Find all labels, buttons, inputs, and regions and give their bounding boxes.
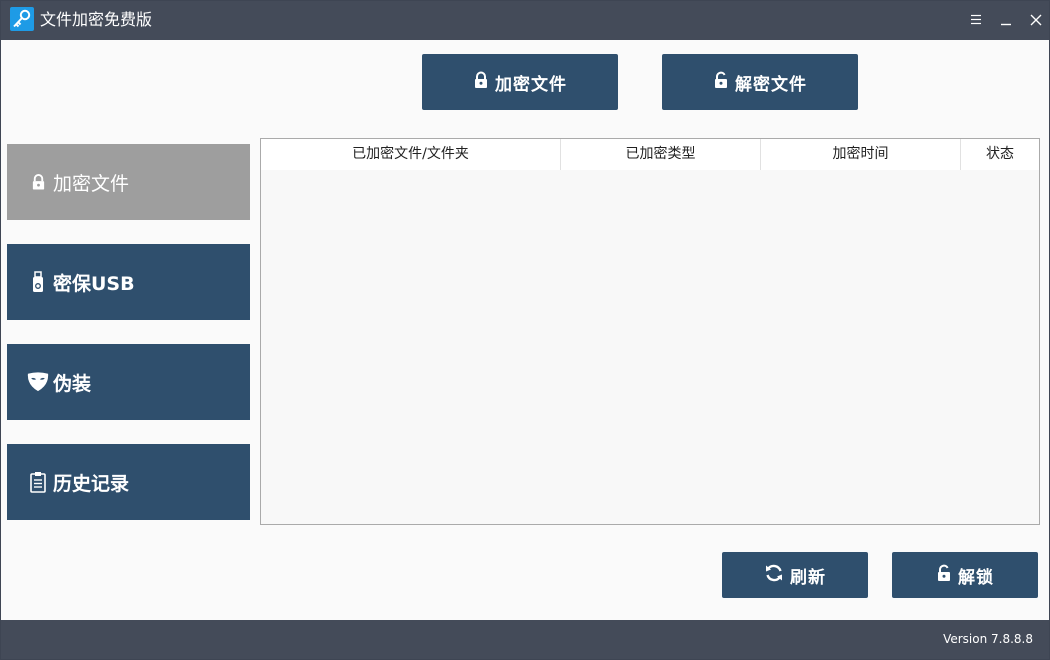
sidebar-item-encrypt-file[interactable]: 加密文件 <box>7 144 250 220</box>
hamburger-icon[interactable] <box>965 9 987 31</box>
title-bar: 文件加密免费版 <box>1 1 1049 40</box>
sidebar-item-label: 伪装 <box>53 372 92 395</box>
refresh-button[interactable]: 刷新 <box>722 552 868 598</box>
usb-icon <box>27 271 49 293</box>
unlock-icon <box>713 71 735 94</box>
sidebar-item-label: 历史记录 <box>53 472 130 495</box>
version-text: Version 7.8.8.8 <box>943 632 1033 646</box>
status-bar: Version 7.8.8.8 <box>1 620 1049 659</box>
column-header-encrypt-time[interactable]: 加密时间 <box>761 139 961 170</box>
encrypt-file-button[interactable]: 加密文件 <box>422 54 618 110</box>
sidebar-item-label: 密保USB <box>53 272 135 295</box>
unlock-button[interactable]: 解锁 <box>892 552 1038 598</box>
mask-icon <box>27 371 49 393</box>
app-window: 文件加密免费版 加密文件 解密文件 加密文件 密保USB 伪装 历史记录 已加密… <box>0 0 1050 660</box>
decrypt-file-label: 解密文件 <box>735 74 807 95</box>
unlock-label: 解锁 <box>958 567 994 588</box>
refresh-label: 刷新 <box>790 567 826 588</box>
lock-icon <box>27 173 49 191</box>
lock-icon <box>473 71 495 94</box>
window-title: 文件加密免费版 <box>40 10 153 29</box>
sidebar-item-usb[interactable]: 密保USB <box>7 244 250 320</box>
column-header-encrypted-type[interactable]: 已加密类型 <box>561 139 761 170</box>
close-icon[interactable] <box>1025 9 1047 31</box>
minimize-icon[interactable] <box>995 9 1017 31</box>
sidebar-item-label: 加密文件 <box>53 172 130 195</box>
encrypt-file-label: 加密文件 <box>495 74 567 95</box>
sidebar-item-disguise[interactable]: 伪装 <box>7 344 250 420</box>
refresh-icon <box>764 563 790 588</box>
table-header: 已加密文件/文件夹 已加密类型 加密时间 状态 <box>261 139 1039 170</box>
sidebar-item-history[interactable]: 历史记录 <box>7 444 250 520</box>
encrypted-files-table: 已加密文件/文件夹 已加密类型 加密时间 状态 <box>260 138 1040 525</box>
key-icon <box>10 7 34 31</box>
unlock-icon <box>936 564 958 587</box>
table-body[interactable] <box>261 170 1039 524</box>
column-header-status[interactable]: 状态 <box>961 139 1039 170</box>
decrypt-file-button[interactable]: 解密文件 <box>662 54 858 110</box>
column-header-encrypted-files[interactable]: 已加密文件/文件夹 <box>261 139 561 170</box>
clipboard-icon <box>27 471 49 493</box>
